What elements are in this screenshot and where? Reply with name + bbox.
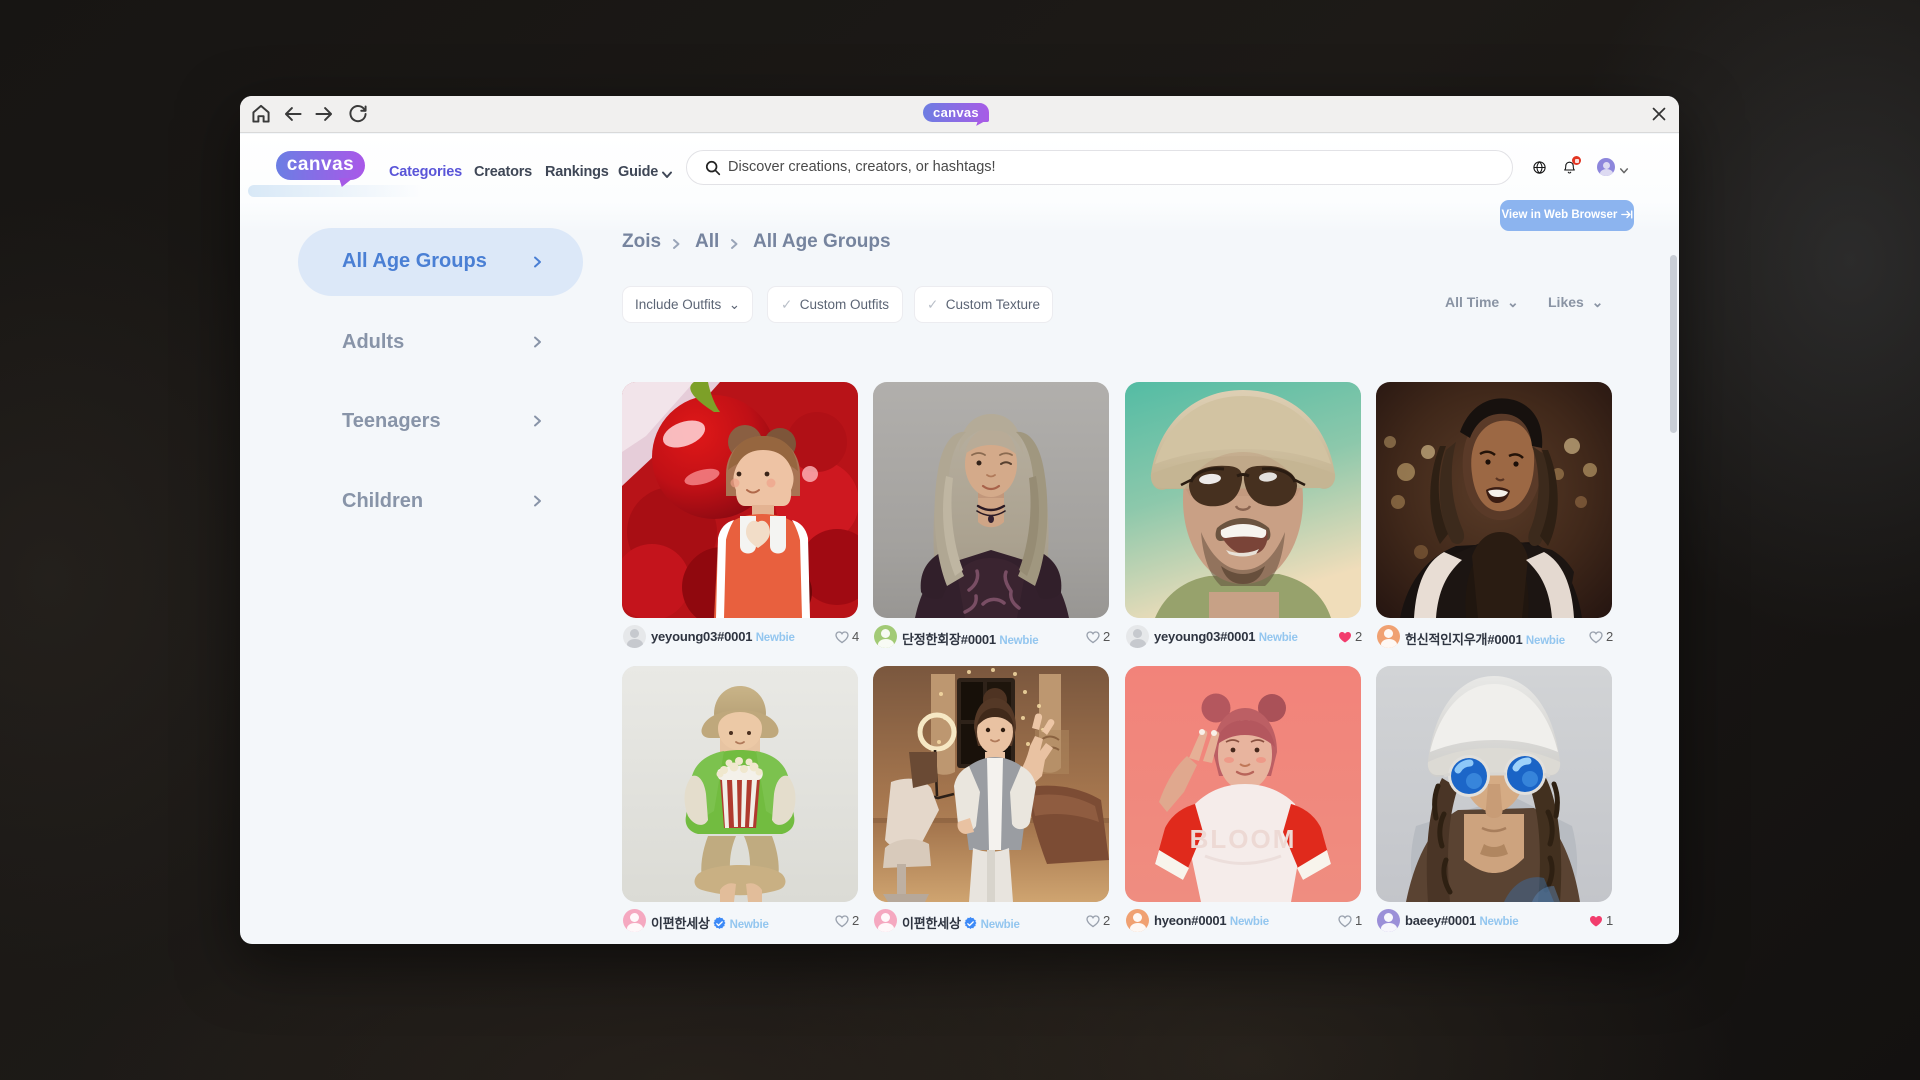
svg-text:BLOOM: BLOOM <box>1190 824 1297 854</box>
